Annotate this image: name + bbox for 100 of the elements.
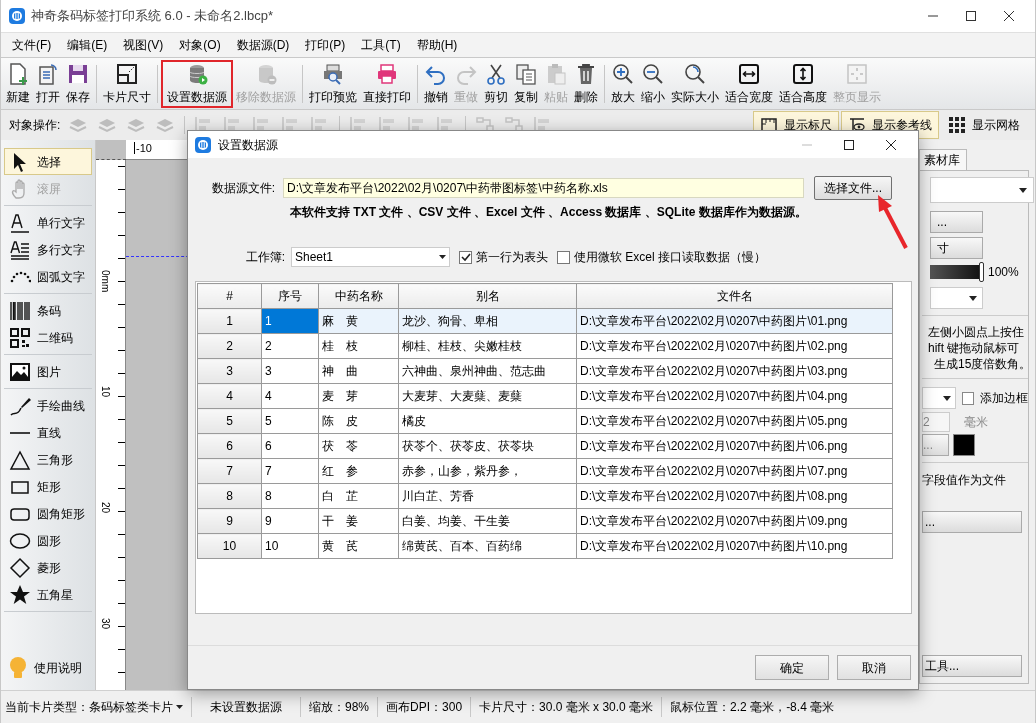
tool-button[interactable]: 图片	[4, 358, 92, 385]
toolbar-button[interactable]: 直接打印	[360, 59, 414, 108]
toolbar-button[interactable]: 保存	[63, 59, 93, 108]
table-cell: 红 参	[318, 458, 399, 484]
choose-file-button[interactable]: 选择文件...	[814, 176, 892, 200]
row-header[interactable]: 1	[197, 308, 262, 334]
hint-text: 生成15度倍数角。	[933, 356, 1028, 372]
row-header[interactable]: 3	[197, 358, 262, 384]
tool-button[interactable]: 直线	[4, 419, 92, 446]
tool-button[interactable]: 五角星	[4, 581, 92, 608]
column-header[interactable]: 文件名	[576, 283, 893, 309]
toggle-button[interactable]: 显示网格	[941, 111, 1027, 139]
toolbar-button[interactable]: 新建	[3, 59, 33, 108]
tool-button[interactable]: 三角形	[4, 446, 92, 473]
card-type-dropdown[interactable]: 当前卡片类型：条码标签类卡片	[5, 698, 183, 716]
tool-button[interactable]: 二维码	[4, 324, 92, 351]
row-header[interactable]: 2	[197, 333, 262, 359]
checkbox[interactable]	[459, 250, 472, 264]
dropdown-field[interactable]	[930, 177, 1034, 203]
panel-button[interactable]: ...	[930, 211, 983, 233]
menu-item[interactable]: 对象(O)	[171, 33, 229, 57]
row-header[interactable]: 6	[197, 433, 262, 459]
color-swatch[interactable]	[953, 434, 975, 456]
close-icon[interactable]	[1003, 10, 1015, 22]
column-header[interactable]: #	[197, 283, 262, 309]
tool-button[interactable]: 多行文字	[4, 236, 92, 263]
dropdown-field[interactable]	[930, 287, 983, 309]
column-header[interactable]: 序号	[261, 283, 319, 309]
tool-button[interactable]: 单行文字	[4, 209, 92, 236]
menu-item[interactable]: 打印(P)	[297, 33, 354, 57]
toolbar-button[interactable]: 剪切	[481, 59, 511, 108]
toolbar-button[interactable]: 复制	[511, 59, 541, 108]
menu-item[interactable]: 帮助(H)	[408, 33, 466, 57]
app-logo-icon	[195, 136, 211, 153]
row-header[interactable]: 5	[197, 408, 262, 434]
card-size-icon	[115, 61, 139, 86]
toolbar-button[interactable]: 删除	[571, 59, 601, 108]
sheet-dropdown[interactable]: Sheet1	[291, 247, 450, 267]
toolbar-button[interactable]: 卡片尺寸	[100, 59, 154, 108]
file-path-field[interactable]: D:\文章发布平台\2022\02月\0207\中药带图标签\中药名称.xls	[283, 178, 804, 198]
panel-button[interactable]: 寸	[930, 237, 983, 259]
caret-icon	[439, 255, 446, 259]
table-cell: 2	[261, 333, 319, 359]
menu-item[interactable]: 视图(V)	[115, 33, 172, 57]
toolbar-button[interactable]: 适合宽度	[722, 59, 776, 108]
table-cell: 5	[261, 408, 319, 434]
toolbar-button[interactable]: 缩小	[638, 59, 668, 108]
column-header[interactable]: 中药名称	[318, 283, 399, 309]
tool-button[interactable]: 手绘曲线	[4, 392, 92, 419]
table-cell: 大麦芽、大麦蘖、麦蘖	[398, 383, 577, 409]
panel-button[interactable]: ...	[922, 511, 1022, 533]
tool-button[interactable]: 圆角矩形	[4, 500, 92, 527]
dropdown-field[interactable]	[922, 387, 956, 409]
ruler-label: 0mm	[100, 270, 110, 293]
column-header[interactable]: 别名	[398, 283, 577, 309]
tool-button[interactable]: 圆形	[4, 527, 92, 554]
toolbar-button[interactable]: 打开	[33, 59, 63, 108]
multiline-text-icon	[9, 238, 31, 261]
tool-button[interactable]: 菱形	[4, 554, 92, 581]
toolbar-button[interactable]: 设置数据源	[161, 59, 233, 108]
maximize-icon[interactable]	[843, 138, 855, 151]
checkbox[interactable]	[961, 391, 974, 405]
row-header[interactable]: 7	[197, 458, 262, 484]
toolbar-button[interactable]: 实际大小	[668, 59, 722, 108]
menu-item[interactable]: 编辑(E)	[59, 33, 116, 57]
checkbox[interactable]	[557, 250, 570, 264]
checkbox-label: 第一行为表头	[476, 249, 548, 266]
table-cell: 龙沙、狗骨、卑相	[398, 308, 577, 334]
table-cell: 黄 芪	[318, 533, 399, 559]
toolbar-button[interactable]: 撤销	[421, 59, 451, 108]
tool-button[interactable]: 圆弧文字	[4, 263, 92, 290]
slider-thumb[interactable]	[979, 262, 984, 282]
tool-button[interactable]: 选择	[4, 148, 92, 175]
toolbar-button[interactable]: 放大	[608, 59, 638, 108]
tool-button[interactable]: 矩形	[4, 473, 92, 500]
triangle-icon	[9, 448, 31, 471]
table-cell: 9	[261, 508, 319, 534]
dialog-button[interactable]: 取消	[837, 655, 911, 680]
dialog-button[interactable]: 确定	[755, 655, 829, 680]
toolbar-button[interactable]: 打印预览	[306, 59, 360, 108]
tool-button[interactable]: 条码	[4, 297, 92, 324]
menu-item[interactable]: 工具(T)	[353, 33, 409, 57]
row-header[interactable]: 9	[197, 508, 262, 534]
toolbar-button[interactable]: 适合高度	[776, 59, 830, 108]
line-icon	[9, 431, 31, 434]
diamond-icon	[9, 556, 31, 579]
row-header[interactable]: 8	[197, 483, 262, 509]
hint-text: hift 键拖动鼠标可	[928, 340, 1021, 356]
panel-tab[interactable]: 素材库	[919, 149, 967, 170]
menu-item[interactable]: 数据源(D)	[228, 33, 298, 57]
row-header[interactable]: 10	[197, 533, 262, 559]
close-icon[interactable]	[885, 138, 897, 151]
maximize-icon[interactable]	[965, 10, 977, 22]
table-cell: 陈 皮	[318, 408, 399, 434]
menu-item[interactable]: 文件(F)	[4, 33, 60, 57]
row-header[interactable]: 4	[197, 383, 262, 409]
table-cell: 川白芷、芳香	[398, 483, 577, 509]
help-button[interactable]: 使用说明	[4, 654, 92, 682]
panel-button[interactable]: 工具...	[922, 655, 1022, 677]
status-text: 缩放：98%	[309, 699, 370, 716]
